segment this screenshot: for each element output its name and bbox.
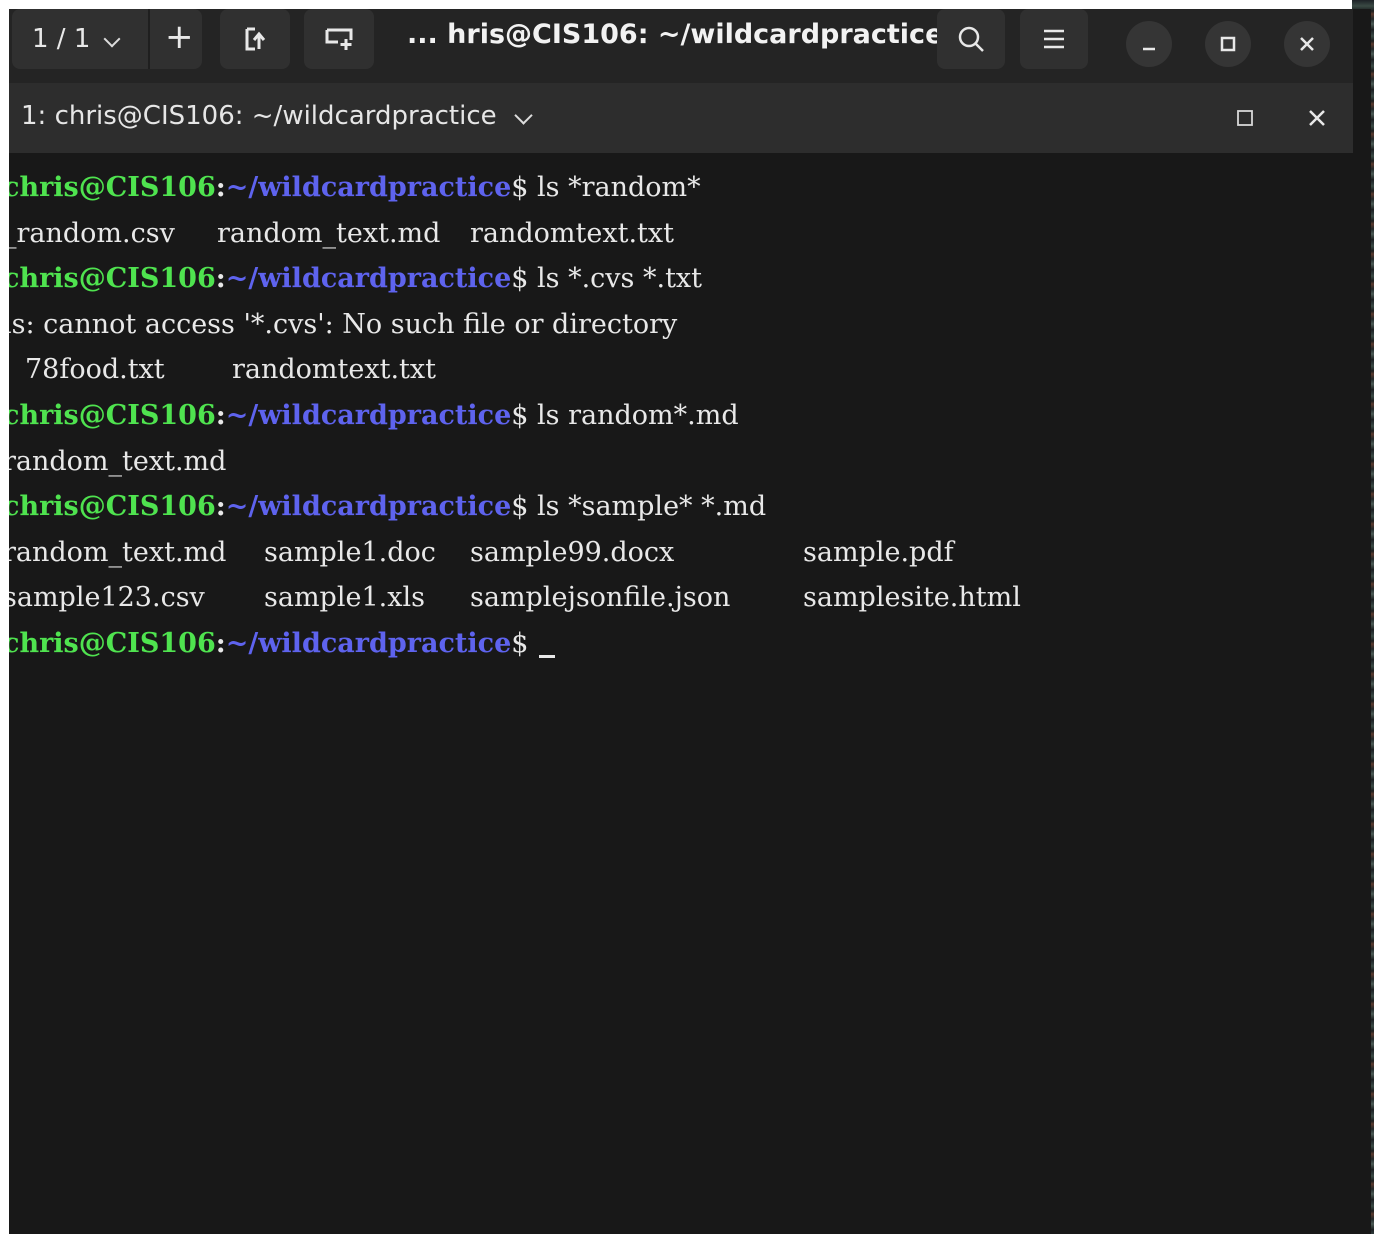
output-file: sample99.docx: [470, 537, 675, 568]
prompt-path: ~/wildcardpractice: [225, 400, 512, 431]
tab-bar: 1: chris@CIS106: ~/wildcardpractice: [9, 83, 1353, 153]
prompt-path: ~/wildcardpractice: [225, 172, 512, 203]
prompt-user: chris@CIS106: [9, 628, 216, 659]
close-icon: [1300, 37, 1314, 51]
prompt-line: chris@CIS106:~/wildcardpractice$ ls *sam…: [9, 486, 766, 528]
command-text: ls random*.md: [528, 400, 739, 431]
prompt-user: chris@CIS106: [9, 263, 216, 294]
tab-maximize-icon[interactable]: [1235, 108, 1255, 128]
error-line: ls: cannot access '*.cvs': No such file …: [9, 309, 678, 340]
prompt-path: ~/wildcardpractice: [225, 263, 512, 294]
text-cursor: [539, 655, 556, 658]
tab-overview-button[interactable]: 1 / 1 +: [12, 9, 202, 69]
menu-button[interactable]: [1020, 9, 1088, 69]
prompt-user: chris@CIS106: [9, 172, 216, 203]
prompt-colon: :: [215, 263, 226, 294]
tab-close-icon[interactable]: [1307, 108, 1327, 128]
prompt-colon: :: [215, 491, 226, 522]
output-file: 78food.txt: [25, 354, 165, 385]
command-text: [528, 628, 537, 659]
chevron-down-icon: [103, 30, 121, 48]
output-file: samplejsonfile.json: [470, 582, 731, 613]
output-file: random_text.md: [9, 537, 227, 568]
maximize-button[interactable]: [1205, 21, 1251, 67]
prompt-symbol: $: [511, 628, 529, 659]
prompt-symbol: $: [511, 491, 529, 522]
tab-label: 1: chris@CIS106: ~/wildcardpractice: [21, 101, 497, 131]
output-file: sample1.doc: [264, 537, 436, 568]
command-text: ls *random*: [528, 172, 701, 203]
prompt-colon: :: [215, 628, 226, 659]
output-file: _random.csv: [9, 218, 175, 249]
output-file: samplesite.html: [803, 582, 1021, 613]
header-bar: 1 / 1 + ... hris@CIS106: ~/wildcardpract…: [9, 9, 1353, 83]
output-line: random_text.md: [9, 446, 227, 477]
command-text: ls *sample* *.md: [528, 491, 767, 522]
minimize-icon: [1143, 47, 1155, 51]
terminal-output[interactable]: chris@CIS106:~/wildcardpractice$ ls *ran…: [9, 153, 1353, 1234]
prompt-line: chris@CIS106:~/wildcardpractice$ ls rand…: [9, 395, 739, 437]
divider: [148, 9, 150, 69]
prompt-path: ~/wildcardpractice: [225, 628, 512, 659]
output-file: sample1.xls: [264, 582, 425, 613]
prompt-line: chris@CIS106:~/wildcardpractice$ ls *.cv…: [9, 258, 702, 300]
new-window-button[interactable]: [220, 9, 290, 69]
terminal-window: 1 / 1 + ... hris@CIS106: ~/wildcardpract…: [9, 9, 1371, 1234]
menu-icon: [1044, 29, 1064, 49]
output-line: random_text.md sample1.doc sample99.docx…: [9, 532, 1303, 574]
command-text: ls *.cvs *.txt: [528, 263, 702, 294]
prompt-symbol: $: [511, 172, 529, 203]
output-file: randomtext.txt: [470, 218, 674, 249]
output-line: _random.csv random_text.md randomtext.tx…: [9, 213, 1303, 255]
split-icon: [325, 28, 353, 50]
output-file: sample.pdf: [803, 537, 954, 568]
search-icon: [958, 26, 984, 52]
prompt-line: chris@CIS106:~/wildcardpractice$ ls *ran…: [9, 167, 701, 209]
chevron-down-icon[interactable]: [514, 106, 533, 125]
prompt-symbol: $: [511, 400, 529, 431]
new-window-icon: [245, 27, 266, 51]
prompt-user: chris@CIS106: [9, 491, 216, 522]
output-line: sample123.csv sample1.xls samplejsonfile…: [9, 577, 1303, 619]
maximize-icon: [1220, 36, 1236, 52]
output-file: sample123.csv: [9, 582, 205, 613]
window-title: ... hris@CIS106: ~/wildcardpractice: [407, 19, 944, 50]
output-line: 78food.txt randomtext.txt: [9, 349, 1303, 391]
plus-icon[interactable]: +: [165, 17, 194, 57]
close-button[interactable]: [1284, 21, 1330, 67]
minimize-button[interactable]: [1126, 21, 1172, 67]
prompt-user: chris@CIS106: [9, 400, 216, 431]
prompt-symbol: $: [511, 263, 529, 294]
split-terminal-button[interactable]: [304, 9, 374, 69]
output-file: randomtext.txt: [232, 354, 436, 385]
prompt-path: ~/wildcardpractice: [225, 491, 512, 522]
prompt-colon: :: [215, 172, 226, 203]
prompt-colon: :: [215, 400, 226, 431]
prompt-line: chris@CIS106:~/wildcardpractice$: [9, 623, 556, 665]
tab-counter: 1 / 1: [32, 24, 91, 54]
output-file: random_text.md: [217, 218, 441, 249]
search-button[interactable]: [937, 9, 1005, 69]
tab-terminal-1[interactable]: 1: chris@CIS106: ~/wildcardpractice: [9, 83, 549, 153]
